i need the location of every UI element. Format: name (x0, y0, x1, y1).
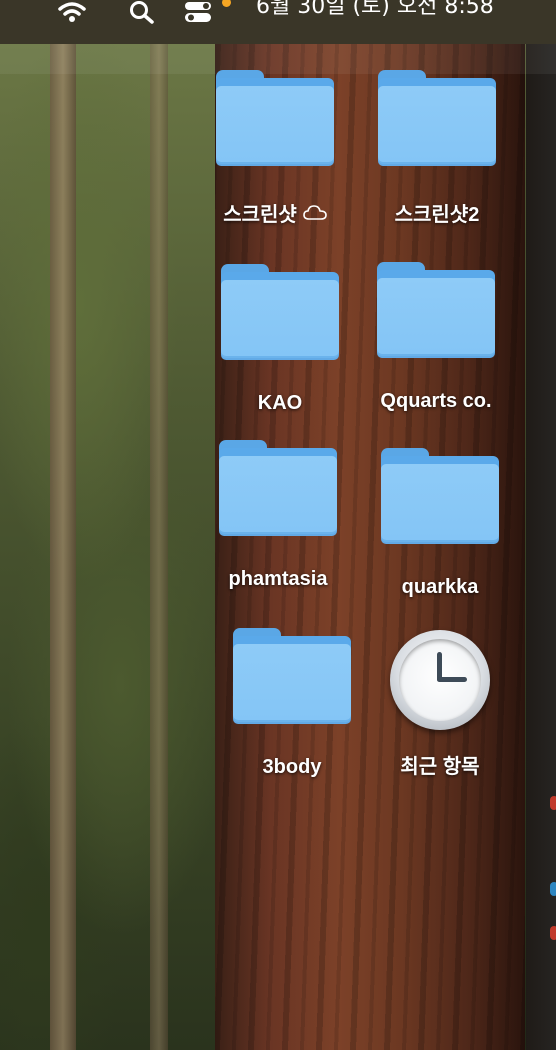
folder-label: 스크린샷2 (394, 204, 480, 226)
folder-icon[interactable] (216, 70, 334, 166)
folder-label: quarkka (401, 576, 479, 598)
window-edge-dot (550, 796, 556, 810)
wifi-icon[interactable] (52, 0, 92, 34)
search-icon[interactable] (124, 0, 160, 34)
folder-screenshots2[interactable]: 스크린샷2 (357, 70, 517, 227)
control-center-icon[interactable] (180, 0, 220, 34)
wallpaper-tree-trunk (50, 44, 76, 1050)
folder-icon[interactable] (221, 264, 339, 360)
icloud-icon (302, 204, 327, 227)
recents-item[interactable]: 최근 항목 (360, 630, 520, 779)
folder-icon[interactable] (381, 448, 499, 544)
menu-bar: 6월 30일 (토) 오전 8:58 (0, 0, 556, 44)
folder-phamtasia[interactable]: phamtasia (198, 440, 358, 591)
window-edge (526, 44, 556, 1050)
folder-label: phamtasia (228, 568, 328, 590)
clock-minute-hand (437, 677, 467, 682)
folder-label: KAO (257, 392, 303, 414)
folder-quarkka[interactable]: quarkka (360, 448, 520, 599)
folder-icon[interactable] (233, 628, 351, 724)
menu-bar-clock[interactable]: 6월 30일 (토) 오전 8:58 (256, 0, 494, 20)
folder-label: 3body (262, 756, 322, 778)
clock-icon[interactable] (390, 630, 490, 730)
folder-icon[interactable] (219, 440, 337, 536)
wallpaper-tree-trunk (150, 44, 168, 1050)
indicator-dot (222, 0, 231, 7)
folder-icon[interactable] (378, 70, 496, 166)
folder-label: 스크린샷 (223, 198, 327, 227)
folder-label: Qquarts co. (380, 390, 492, 412)
folder-kao[interactable]: KAO (200, 264, 360, 415)
recents-label: 최근 항목 (400, 756, 480, 778)
folder-icon[interactable] (377, 262, 495, 358)
window-edge-dot (550, 926, 556, 940)
window-edge-dot (550, 882, 556, 896)
folder-screenshots[interactable]: 스크린샷 (195, 70, 355, 227)
folder-3body[interactable]: 3body (212, 628, 372, 779)
folder-qquarts[interactable]: Qquarts co. (356, 262, 516, 413)
